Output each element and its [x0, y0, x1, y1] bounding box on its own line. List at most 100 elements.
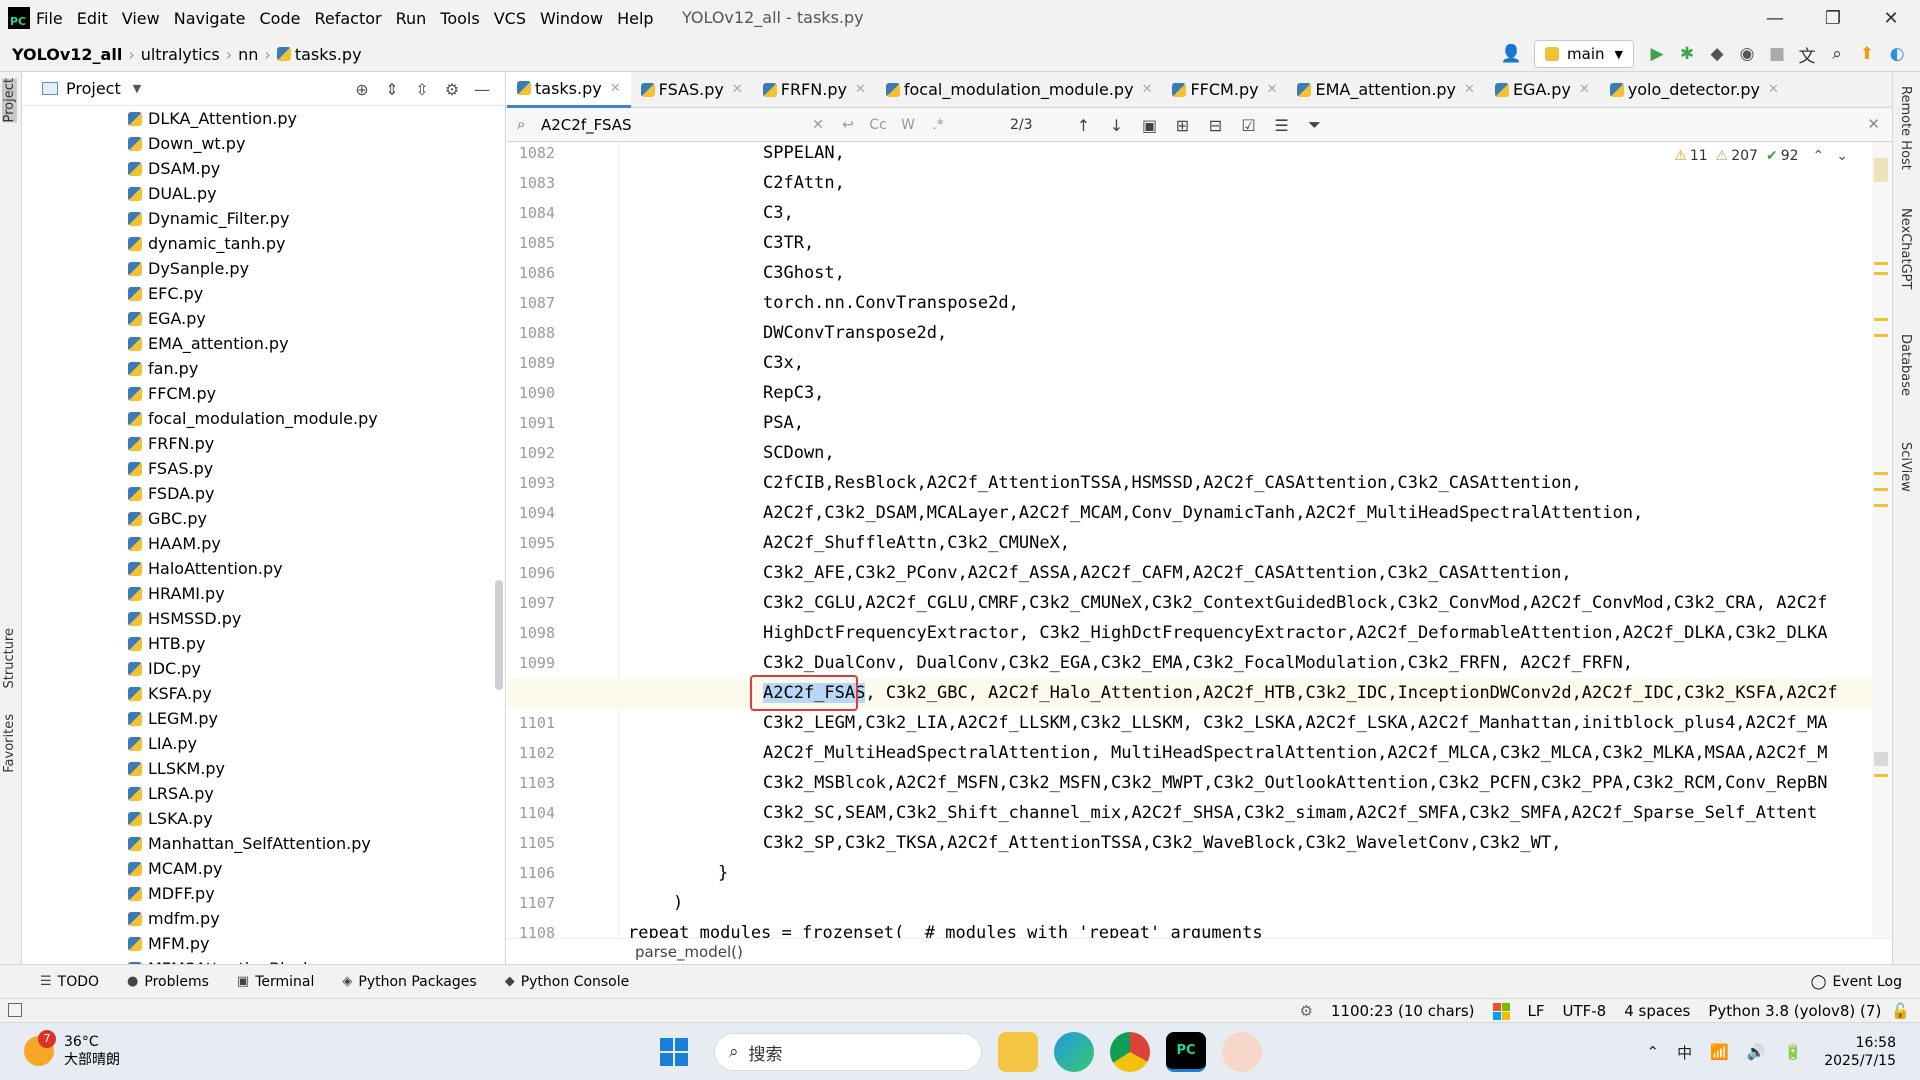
chrome-browser-icon[interactable]: [1110, 1032, 1150, 1072]
file-tree-item[interactable]: FSAS.py: [22, 456, 492, 481]
menu-code[interactable]: Code: [260, 9, 301, 28]
file-tree-item[interactable]: MFMSAttentionBlock.py: [22, 956, 492, 964]
menu-window[interactable]: Window: [540, 9, 603, 28]
breadcrumb-project[interactable]: YOLOv12_all: [12, 45, 122, 64]
battery-icon[interactable]: 🔋: [1784, 1043, 1803, 1061]
file-tree-item[interactable]: MCAM.py: [22, 856, 492, 881]
file-tree-item[interactable]: Manhattan_SelfAttention.py: [22, 831, 492, 856]
tab-remote-host[interactable]: Remote Host: [1898, 86, 1913, 170]
locate-icon[interactable]: ⊕: [347, 80, 377, 99]
match-case-toggle[interactable]: Cc: [863, 117, 893, 133]
lock-icon[interactable]: 🔓: [1891, 1002, 1910, 1020]
editor-breadcrumb-function[interactable]: parse_model(): [635, 943, 743, 961]
inspection-widget[interactable]: ⚠ 11 ⚠ 207 ✔ 92 ⌃ ⌄: [1674, 148, 1848, 164]
close-tab-icon[interactable]: ✕: [732, 82, 743, 97]
gear-icon[interactable]: ⚙: [437, 80, 467, 99]
whole-words-toggle[interactable]: W: [893, 117, 923, 133]
menu-refactor[interactable]: Refactor: [314, 9, 381, 28]
remove-selection-icon[interactable]: ⊟: [1199, 116, 1232, 135]
chevron-down-icon[interactable]: ▼: [133, 82, 141, 95]
plugin-icon[interactable]: ◐: [1882, 44, 1912, 64]
breadcrumb-file[interactable]: tasks.py: [295, 45, 362, 64]
file-tree-item[interactable]: HTB.py: [22, 631, 492, 656]
coverage-icon[interactable]: ◆: [1702, 44, 1732, 64]
taskbar-search[interactable]: ⌕ 搜索: [714, 1033, 982, 1071]
file-tree-item[interactable]: LSKA.py: [22, 806, 492, 831]
file-tree-item[interactable]: LRSA.py: [22, 781, 492, 806]
python-interpreter[interactable]: Python 3.8 (yolov8) (7): [1708, 1002, 1881, 1020]
run-config-selector[interactable]: main ▼: [1534, 40, 1634, 68]
file-tree-item[interactable]: Down_wt.py: [22, 131, 492, 156]
editor-tab[interactable]: FRFN.py ✕: [753, 72, 876, 108]
editor-tab[interactable]: EMA_attention.py ✕: [1287, 72, 1484, 108]
volume-icon[interactable]: 🔊: [1747, 1043, 1766, 1061]
taskbar-clock[interactable]: 16:58 2025/7/15: [1824, 1034, 1896, 1070]
find-input[interactable]: [541, 113, 771, 137]
tool-window-problems[interactable]: ● Problems: [127, 974, 209, 990]
layout-icon[interactable]: [8, 1003, 22, 1017]
project-panel-title[interactable]: Project: [66, 79, 121, 98]
file-tree-item[interactable]: DUAL.py: [22, 181, 492, 206]
editor-tab[interactable]: FSAS.py ✕: [631, 72, 753, 108]
menu-tools[interactable]: Tools: [440, 9, 479, 28]
file-tree-item[interactable]: LEGM.py: [22, 706, 492, 731]
file-tree-item[interactable]: Dynamic_Filter.py: [22, 206, 492, 231]
file-explorer-icon[interactable]: [998, 1032, 1038, 1072]
file-tree-item[interactable]: EMA_attention.py: [22, 331, 492, 356]
debug-icon[interactable]: ✱: [1672, 44, 1702, 64]
menu-vcs[interactable]: VCS: [494, 9, 526, 28]
breadcrumb-nn[interactable]: nn: [238, 45, 258, 64]
file-tree-item[interactable]: EFC.py: [22, 281, 492, 306]
editor-scrollbar[interactable]: [1872, 142, 1892, 938]
run-icon[interactable]: ▶: [1642, 44, 1672, 64]
editor-tab[interactable]: EGA.py ✕: [1485, 72, 1600, 108]
services-icon[interactable]: ⚙: [1299, 1002, 1312, 1020]
file-tree-item[interactable]: HaloAttention.py: [22, 556, 492, 581]
file-tree-item[interactable]: focal_modulation_module.py: [22, 406, 492, 431]
search-icon[interactable]: ⌕: [1822, 44, 1852, 64]
editor-tab[interactable]: yolo_detector.py ✕: [1600, 72, 1789, 108]
tree-scrollbar[interactable]: [495, 580, 503, 690]
file-encoding[interactable]: UTF-8: [1563, 1002, 1607, 1020]
hide-icon[interactable]: —: [467, 80, 497, 99]
clear-search-icon[interactable]: ✕: [803, 117, 833, 133]
event-log-button[interactable]: ◯ Event Log: [1811, 974, 1902, 990]
tab-database[interactable]: Database: [1898, 334, 1913, 396]
file-tree-item[interactable]: LLSKM.py: [22, 756, 492, 781]
tool-window-terminal[interactable]: ▣ Terminal: [237, 974, 314, 990]
close-tab-icon[interactable]: ✕: [1579, 82, 1590, 97]
close-tab-icon[interactable]: ✕: [1768, 82, 1779, 97]
file-tree-item[interactable]: DySanple.py: [22, 256, 492, 281]
tab-project[interactable]: Project: [2, 78, 17, 123]
regex-toggle[interactable]: .*: [923, 117, 953, 133]
close-tab-icon[interactable]: ✕: [610, 81, 621, 96]
avatar-app-icon[interactable]: [1222, 1032, 1262, 1072]
file-tree-item[interactable]: HAAM.py: [22, 531, 492, 556]
menu-run[interactable]: Run: [396, 9, 427, 28]
tool-window-python-console[interactable]: ◆ Python Console: [505, 974, 630, 990]
file-tree-item[interactable]: EGA.py: [22, 306, 492, 331]
menu-view[interactable]: View: [122, 9, 160, 28]
select-all-occurrences-icon[interactable]: ☑: [1232, 116, 1265, 135]
edge-browser-icon[interactable]: [1054, 1032, 1094, 1072]
collapse-all-icon[interactable]: ⇳: [407, 80, 437, 99]
close-tab-icon[interactable]: ✕: [1142, 82, 1153, 97]
menu-edit[interactable]: Edit: [77, 9, 108, 28]
tool-window-todo[interactable]: ☰ TODO: [40, 974, 99, 990]
add-selection-icon[interactable]: ⊞: [1166, 116, 1199, 135]
file-tree-item[interactable]: KSFA.py: [22, 681, 492, 706]
close-tab-icon[interactable]: ✕: [1267, 82, 1278, 97]
file-tree-item[interactable]: HSMSSD.py: [22, 606, 492, 631]
file-tree-item[interactable]: fan.py: [22, 356, 492, 381]
history-icon[interactable]: ↩: [833, 117, 863, 133]
multiline-icon[interactable]: ☰: [1265, 116, 1298, 135]
translate-icon[interactable]: 文: [1792, 42, 1822, 67]
next-occurrence-icon[interactable]: ↓: [1100, 116, 1133, 135]
code-editor[interactable]: 1082 1083 1084 1085 1086 1087 1088 1089 1090 1091…: [507, 142, 1892, 938]
editor-tab[interactable]: FFCM.py ✕: [1162, 72, 1287, 108]
close-tab-icon[interactable]: ✕: [1464, 82, 1475, 97]
file-tree-item[interactable]: DSAM.py: [22, 156, 492, 181]
tab-nexchatgpt[interactable]: NexChatGPT: [1898, 208, 1913, 289]
file-tree-item[interactable]: HRAMI.py: [22, 581, 492, 606]
file-tree-item[interactable]: LIA.py: [22, 731, 492, 756]
